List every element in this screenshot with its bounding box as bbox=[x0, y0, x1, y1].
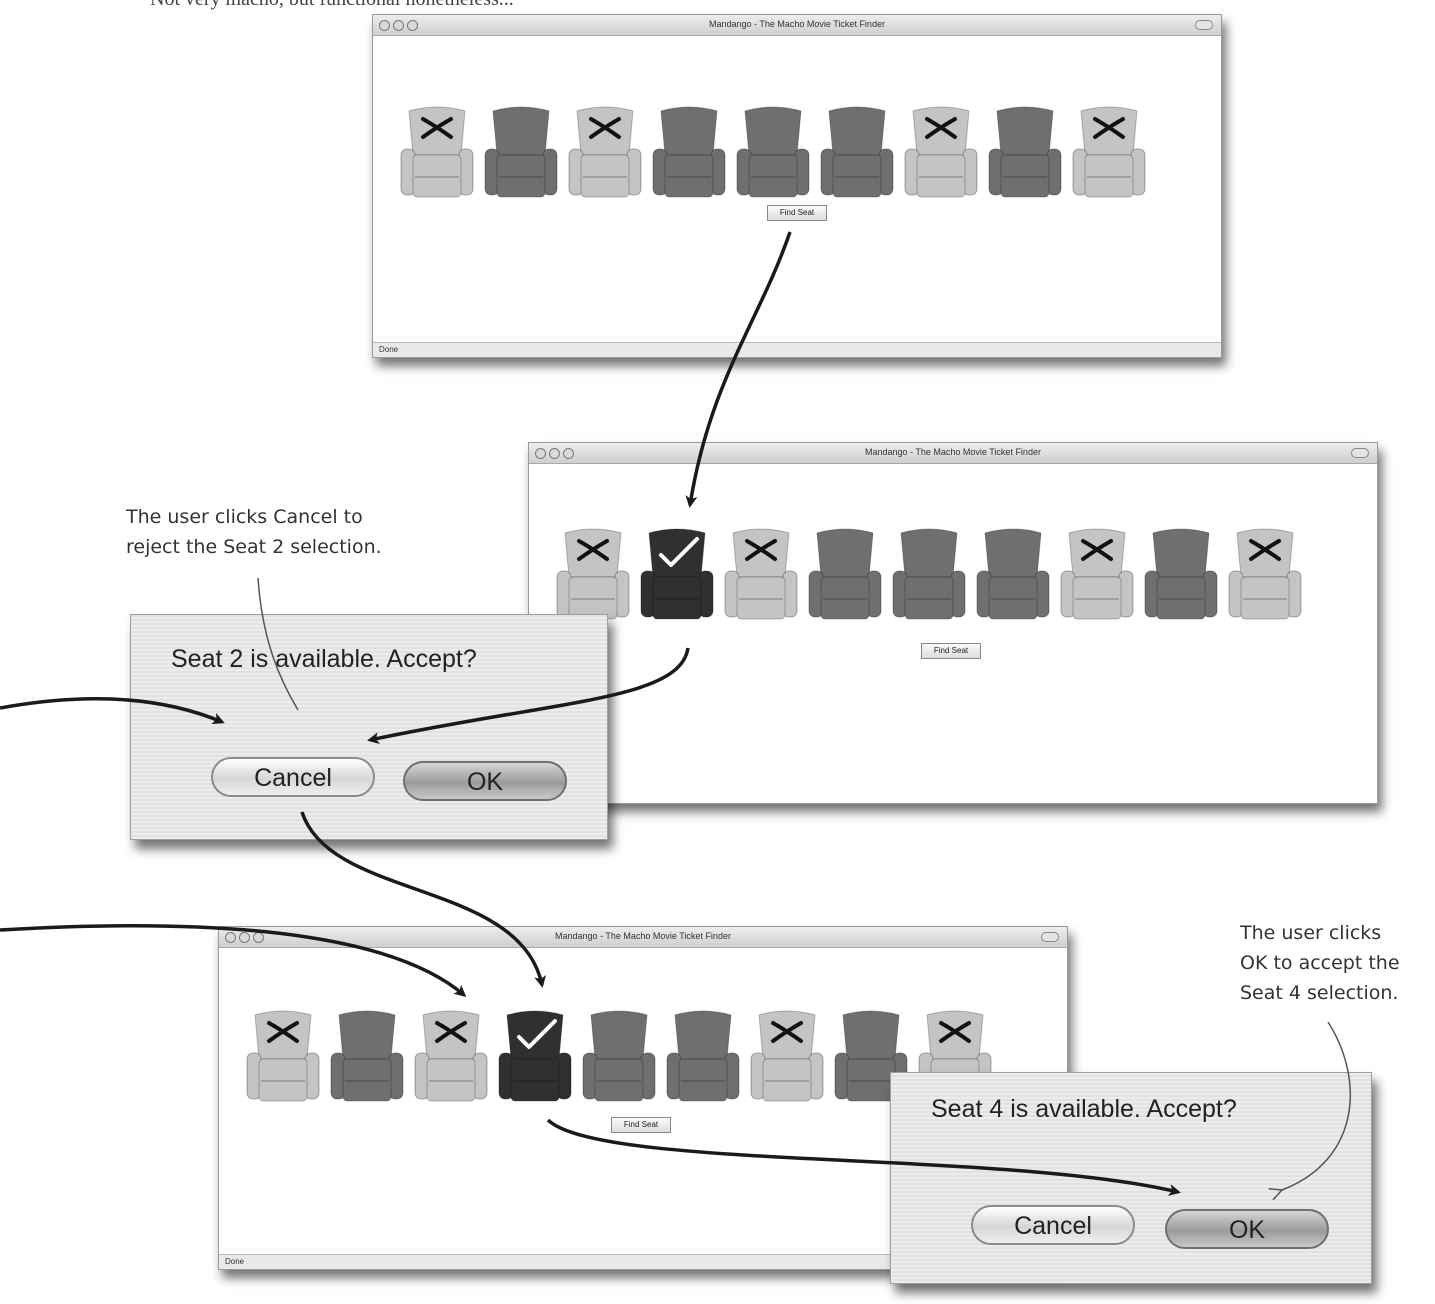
status-bar: Done bbox=[373, 342, 1221, 357]
seat-5-available[interactable] bbox=[579, 1007, 659, 1107]
window-title: Mandango - The Macho Movie Ticket Finder bbox=[865, 447, 1041, 457]
seat-6-available[interactable] bbox=[663, 1007, 743, 1107]
toolbar-toggle-icon[interactable] bbox=[1195, 20, 1213, 30]
seat-3-taken[interactable] bbox=[565, 103, 645, 203]
seat-4-available[interactable] bbox=[805, 525, 885, 625]
seat-3-taken[interactable] bbox=[721, 525, 801, 625]
window-titlebar: Mandango - The Macho Movie Ticket Finder bbox=[219, 927, 1067, 948]
taken-x-icon bbox=[1249, 539, 1281, 561]
seat-8-available[interactable] bbox=[1141, 525, 1221, 625]
browser-window-2: Mandango - The Macho Movie Ticket Finder… bbox=[528, 442, 1378, 804]
cancel-annotation: The user clicks Cancel to reject the Sea… bbox=[126, 506, 382, 558]
dialog-message: Seat 4 is available. Accept? bbox=[931, 1095, 1237, 1123]
seat-1-taken[interactable] bbox=[243, 1007, 323, 1107]
seat-7-taken[interactable] bbox=[1057, 525, 1137, 625]
find-seat-button[interactable]: Find Seat bbox=[921, 643, 981, 659]
seat-row bbox=[243, 1007, 995, 1107]
find-seat-button[interactable]: Find Seat bbox=[767, 205, 827, 221]
seat-9-taken[interactable] bbox=[1225, 525, 1305, 625]
seat-9-taken[interactable] bbox=[1069, 103, 1149, 203]
seat-7-taken[interactable] bbox=[901, 103, 981, 203]
top-caption: Not very macho, but functional nonethele… bbox=[150, 0, 514, 11]
ok-button[interactable]: OK bbox=[1165, 1209, 1329, 1249]
browser-window-1: Mandango - The Macho Movie Ticket Finder… bbox=[372, 14, 1222, 358]
seat-4-selected[interactable] bbox=[495, 1007, 575, 1107]
seat-1-taken[interactable] bbox=[553, 525, 633, 625]
confirm-dialog-seat-2: Seat 2 is available. Accept? Cancel OK bbox=[130, 614, 608, 840]
seat-7-taken[interactable] bbox=[747, 1007, 827, 1107]
ok-button[interactable]: OK bbox=[403, 761, 567, 801]
seat-6-available[interactable] bbox=[817, 103, 897, 203]
taken-x-icon bbox=[1093, 117, 1125, 139]
seat-5-available[interactable] bbox=[889, 525, 969, 625]
seat-4-available[interactable] bbox=[649, 103, 729, 203]
seat-1-taken[interactable] bbox=[397, 103, 477, 203]
find-seat-button[interactable]: Find Seat bbox=[611, 1117, 671, 1133]
window-title: Mandango - The Macho Movie Ticket Finder bbox=[709, 19, 885, 29]
seat-5-available[interactable] bbox=[733, 103, 813, 203]
window-titlebar: Mandango - The Macho Movie Ticket Finder bbox=[529, 443, 1377, 464]
seat-2-available[interactable] bbox=[481, 103, 561, 203]
seat-6-available[interactable] bbox=[973, 525, 1053, 625]
confirm-dialog-seat-4: Seat 4 is available. Accept? Cancel OK bbox=[890, 1072, 1372, 1284]
window-title: Mandango - The Macho Movie Ticket Finder bbox=[555, 931, 731, 941]
ok-annotation: The user clicks OK to accept the Seat 4 … bbox=[1240, 922, 1400, 1004]
seat-2-selected[interactable] bbox=[637, 525, 717, 625]
seat-row bbox=[553, 525, 1305, 625]
window-titlebar: Mandango - The Macho Movie Ticket Finder bbox=[373, 15, 1221, 36]
toolbar-toggle-icon[interactable] bbox=[1351, 448, 1369, 458]
seat-row bbox=[397, 103, 1149, 203]
cancel-button[interactable]: Cancel bbox=[971, 1205, 1135, 1245]
dialog-message: Seat 2 is available. Accept? bbox=[171, 645, 477, 673]
seat-3-taken[interactable] bbox=[411, 1007, 491, 1107]
seat-2-available[interactable] bbox=[327, 1007, 407, 1107]
seat-8-available[interactable] bbox=[985, 103, 1065, 203]
toolbar-toggle-icon[interactable] bbox=[1041, 932, 1059, 942]
cancel-button[interactable]: Cancel bbox=[211, 757, 375, 797]
